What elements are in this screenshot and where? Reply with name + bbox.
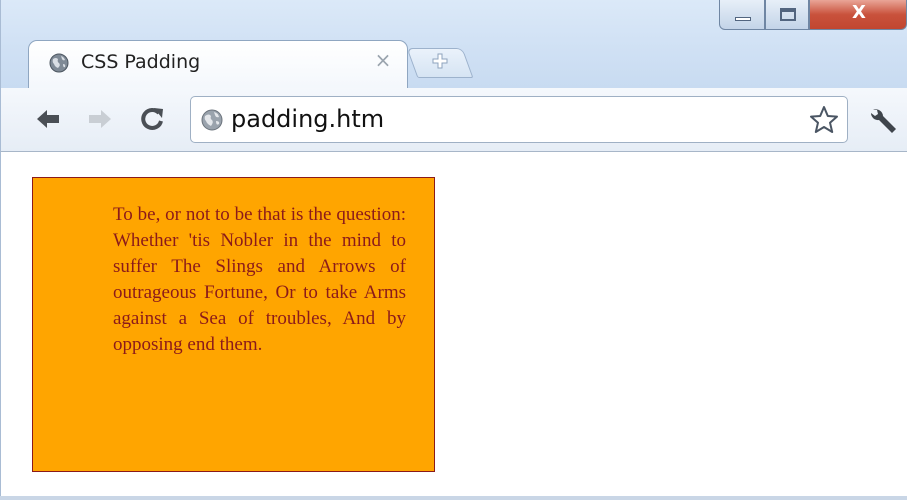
tab-css-padding[interactable]: CSS Padding × [28, 40, 408, 92]
browser-window: CSS Padding × X padding.htm To be, or no… [0, 0, 907, 500]
wrench-icon[interactable] [866, 104, 900, 136]
padded-box: To be, or not to be that is the question… [32, 177, 435, 472]
minimize-button[interactable] [719, 0, 765, 30]
star-icon[interactable] [808, 104, 840, 136]
page-globe-icon [201, 109, 223, 131]
plus-icon [432, 53, 448, 69]
maximize-button[interactable] [765, 0, 809, 30]
close-icon: X [852, 2, 866, 23]
tab-close-icon[interactable]: × [373, 50, 393, 70]
arrow-right-icon[interactable] [85, 104, 115, 134]
arrow-left-icon[interactable] [33, 104, 63, 134]
maximize-icon [780, 8, 796, 21]
address-bar[interactable]: padding.htm [190, 96, 848, 143]
close-window-button[interactable]: X [809, 0, 907, 30]
window-controls: X [719, 0, 907, 30]
globe-icon [49, 53, 69, 73]
quote-text: To be, or not to be that is the question… [113, 204, 406, 355]
reload-icon[interactable] [137, 104, 167, 134]
tab-title: CSS Padding [81, 51, 201, 73]
address-text: padding.htm [231, 105, 385, 133]
minimize-icon [735, 17, 751, 21]
window-bottom-border [0, 496, 907, 500]
